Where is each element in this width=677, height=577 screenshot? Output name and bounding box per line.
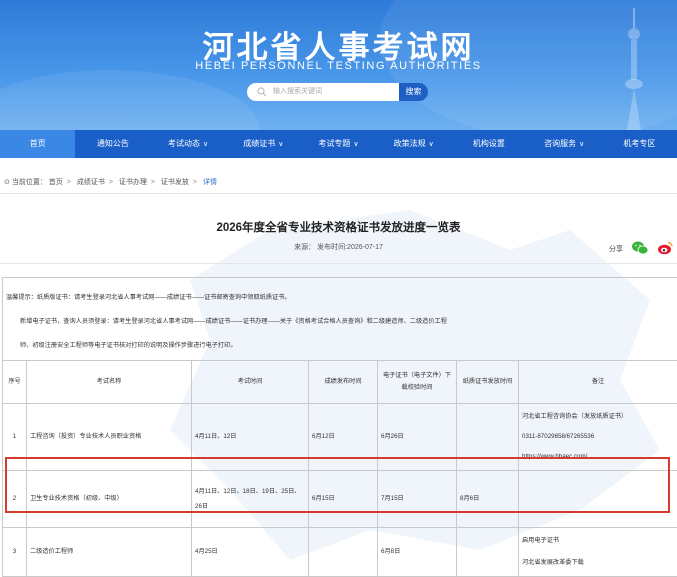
paper-date [457, 528, 519, 577]
nav-item[interactable]: 考试动态∨ [150, 130, 225, 158]
chevron-down-icon: ∨ [429, 141, 434, 148]
nav-item[interactable]: 通知公告 [75, 130, 150, 158]
weibo-share-icon[interactable] [657, 240, 673, 256]
intro-line: 师、初级注册安全工程师等电子证书核对打印的说明及操作步骤进行电子打印。 [6, 334, 674, 358]
nav-item[interactable]: 考试专题∨ [301, 130, 376, 158]
remark-line: 启用电子证书 [522, 535, 674, 547]
header-banner: 河北省人事考试网 HEBEI PERSONNEL TESTING AUTHORI… [0, 0, 677, 130]
ecert-date: 6月8日 [378, 528, 457, 577]
publish-date: 2026-07-17 [347, 244, 383, 251]
date-label: 发布时间: [317, 244, 347, 251]
table-header-row: 序号 考试名称 考试时间 成绩发布时间 电子证书（电子文件）下载校验时间 纸质证… [3, 361, 677, 404]
column-header: 纸质证书发放时间 [457, 361, 519, 404]
remark-line: 河北省发展改革委下载 [522, 557, 674, 569]
site-subtitle: HEBEI PERSONNEL TESTING AUTHORITIES [0, 60, 677, 72]
article-title: 2026年度全省专业技术资格证书发放进度一览表 [0, 219, 677, 235]
nav-item[interactable]: 成绩证书∨ [226, 130, 301, 158]
chevron-down-icon: ∨ [579, 141, 584, 148]
location-icon: ⊙ [4, 179, 10, 186]
intro-line: 温馨提示：纸质版证书：请考生登录河北省人事考试网——成绩证书——证书邮寄查询中领… [6, 286, 674, 310]
column-header: 考试名称 [27, 361, 192, 404]
article-meta: 来源： 发布时间:2026-07-17 [0, 242, 677, 252]
nav-item[interactable]: 机构设置 [451, 130, 526, 158]
highlight-box [5, 457, 670, 513]
nav-item[interactable]: 首页 [0, 130, 75, 158]
intro-line: 新增电子证书，查询人员须登录：请考生登录河北省人事考试网——成绩证书——证书办理… [6, 310, 674, 334]
table-intro-row: 温馨提示：纸质版证书：请考生登录河北省人事考试网——成绩证书——证书邮寄查询中领… [3, 278, 677, 361]
column-header: 备注 [519, 361, 677, 404]
main-nav: 首页 通知公告 考试动态∨ 成绩证书∨ 考试专题∨ 政策法规∨ 机构设置 咨询服… [0, 130, 677, 158]
remarks: 启用电子证书 河北省发展改革委下载 [519, 528, 677, 577]
column-header: 序号 [3, 361, 27, 404]
chevron-down-icon: ∨ [278, 141, 283, 148]
exam-date: 4月25日 [192, 528, 309, 577]
breadcrumb-link[interactable]: 证书发放 [161, 179, 189, 186]
nav-item[interactable]: 咨询服务∨ [527, 130, 602, 158]
row-number: 3 [3, 528, 27, 577]
intro-cell: 温馨提示：纸质版证书：请考生登录河北省人事考试网——成绩证书——证书邮寄查询中领… [3, 278, 677, 361]
source-label: 来源： [294, 244, 315, 251]
breadcrumb-current: 详情 [203, 179, 217, 186]
column-header: 考试时间 [192, 361, 309, 404]
chevron-down-icon: ∨ [353, 141, 358, 148]
nav-item[interactable]: 政策法规∨ [376, 130, 451, 158]
search-icon [257, 87, 267, 97]
nav-item[interactable]: 机考专区 [602, 130, 677, 158]
certificate-table: 温馨提示：纸质版证书：请考生登录河北省人事考试网——成绩证书——证书邮寄查询中领… [2, 277, 677, 577]
search-placeholder: 输入搜索关键词 [273, 86, 322, 96]
search-input[interactable]: 输入搜索关键词 [247, 83, 399, 101]
wechat-share-icon[interactable] [631, 240, 649, 256]
search-button[interactable]: 搜索 [399, 83, 428, 101]
remark-line: 河北省工程咨询协会（发放纸质证书） [522, 411, 674, 423]
remark-line: 0311-87029658/67265536 [522, 431, 674, 443]
breadcrumb-prefix: 当前位置： [12, 179, 47, 186]
share-label: 分享 [609, 244, 623, 254]
column-header: 电子证书（电子文件）下载校验时间 [378, 361, 457, 404]
table-row: 3 二级造价工程师 4月25日 6月8日 启用电子证书 河北省发展改革委下载 [3, 528, 677, 577]
breadcrumb: ⊙ 当前位置： 首页> 成绩证书> 证书办理> 证书发放> 详情 [4, 177, 217, 187]
exam-name: 二级造价工程师 [27, 528, 192, 577]
score-date [309, 528, 378, 577]
breadcrumb-link[interactable]: 证书办理 [119, 179, 147, 186]
breadcrumb-link[interactable]: 首页 [49, 179, 63, 186]
banner-decoration [0, 70, 260, 130]
divider [0, 193, 677, 194]
divider [0, 263, 677, 264]
breadcrumb-link[interactable]: 成绩证书 [77, 179, 105, 186]
column-header: 成绩发布时间 [309, 361, 378, 404]
chevron-down-icon: ∨ [203, 141, 208, 148]
